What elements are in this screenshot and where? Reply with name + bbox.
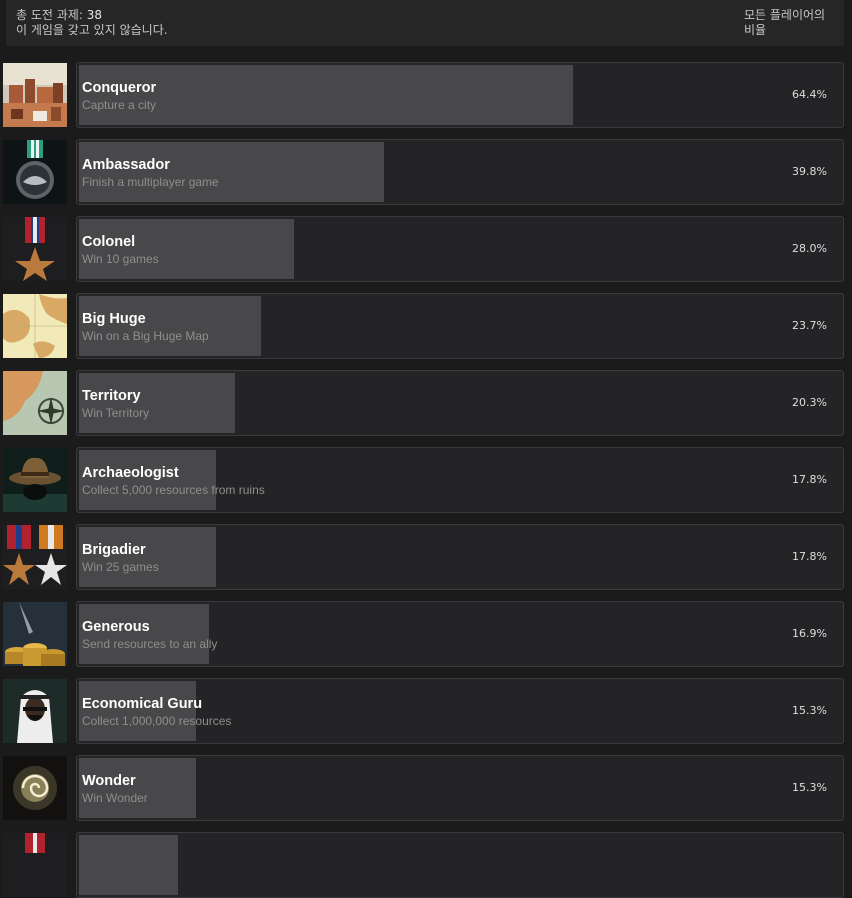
achievement-percent: 16.9% [792, 627, 827, 640]
achievement-bar: Generous Send resources to an ally 16.9% [76, 601, 844, 667]
achievement-row[interactable]: Generous Send resources to an ally 16.9% [0, 601, 852, 667]
achievement-name: Big Huge [82, 311, 146, 327]
total-count: 38 [86, 8, 102, 22]
achievement-description: Finish a multiplayer game [82, 175, 219, 189]
achievement-bar: Colonel Win 10 games 28.0% [76, 216, 844, 282]
achievement-percent: 15.3% [792, 781, 827, 794]
achievement-description: Collect 1,000,000 resources [82, 714, 232, 728]
achievement-bar: Economical Guru Collect 1,000,000 resourc… [76, 678, 844, 744]
achievement-progress-fill [79, 835, 178, 895]
achievement-description: Win 25 games [82, 560, 159, 574]
achievement-description: Win Territory [82, 406, 150, 420]
column-title-line2: 비율 [744, 23, 767, 37]
medal-icon [3, 833, 67, 897]
achievement-name: Economical Guru [82, 696, 203, 712]
achievement-percent: 64.4% [792, 88, 827, 101]
achievement-percent: 28.0% [792, 242, 827, 255]
achievement-name: Brigadier [82, 542, 146, 558]
total-label: 총 도전 과제: [16, 8, 83, 22]
achievement-percent: 39.8% [792, 165, 827, 178]
achievement-description: Collect 5,000 resources from ruins [82, 483, 265, 497]
achievement-summary: 총 도전 과제: 38 이 게임을 갖고 있지 않습니다. [16, 8, 168, 38]
achievement-description: Win 10 games [82, 252, 159, 266]
achievement-name: Conqueror [82, 80, 157, 96]
achievement-row[interactable]: Territory Win Territory 20.3% [0, 370, 852, 436]
achievement-bar [76, 832, 844, 898]
achievement-row[interactable]: Economical Guru Collect 1,000,000 resourc… [0, 678, 852, 744]
achievement-description: Capture a city [82, 98, 157, 112]
not-owned-notice: 이 게임을 갖고 있지 않습니다. [16, 23, 168, 37]
achievement-description: Send resources to an ally [82, 637, 218, 651]
achievement-name: Wonder [82, 773, 136, 789]
achievement-name: Archaeologist [82, 465, 179, 481]
global-percent-column-title: 모든 플레이어의 비율 [744, 8, 825, 38]
achievement-name: Generous [82, 619, 150, 635]
achievement-bar: Big Huge Win on a Big Huge Map 23.7% [76, 293, 844, 359]
achievement-bar: Wonder Win Wonder 15.3% [76, 755, 844, 821]
achievement-row[interactable]: Conqueror Capture a city 64.4% [0, 62, 852, 128]
achievement-row[interactable]: Archaeologist Collect 5,000 resources fro… [0, 447, 852, 513]
city-icon [3, 63, 67, 127]
gold-coins-icon [3, 602, 67, 666]
achievement-percent: 23.7% [792, 319, 827, 332]
two-star-medals-icon [3, 525, 67, 589]
achievement-row[interactable]: Brigadier Win 25 games 17.8% [0, 524, 852, 590]
achievement-percent: 15.3% [792, 704, 827, 717]
achievement-row[interactable]: Big Huge Win on a Big Huge Map 23.7% [0, 293, 852, 359]
achievement-percent: 17.8% [792, 550, 827, 563]
compass-map-icon [3, 371, 67, 435]
achievement-row[interactable] [0, 832, 852, 898]
achievement-bar: Territory Win Territory 20.3% [76, 370, 844, 436]
spiral-wonder-icon [3, 756, 67, 820]
achievement-description: Win Wonder [82, 791, 148, 805]
achievement-percent: 20.3% [792, 396, 827, 409]
handshake-medal-icon [3, 140, 67, 204]
achievement-percent: 17.8% [792, 473, 827, 486]
map-icon [3, 294, 67, 358]
achievement-bar: Brigadier Win 25 games 17.8% [76, 524, 844, 590]
achievement-description: Win on a Big Huge Map [82, 329, 209, 343]
sheikh-portrait-icon [3, 679, 67, 743]
achievement-bar: Archaeologist Collect 5,000 resources fro… [76, 447, 844, 513]
fedora-hat-icon [3, 448, 67, 512]
achievement-row[interactable]: Wonder Win Wonder 15.3% [0, 755, 852, 821]
achievement-bar: Conqueror Capture a city 64.4% [76, 62, 844, 128]
achievements-header: 총 도전 과제: 38 이 게임을 갖고 있지 않습니다. 모든 플레이어의 비… [6, 0, 844, 46]
achievement-row[interactable]: Colonel Win 10 games 28.0% [0, 216, 852, 282]
achievement-name: Territory [82, 388, 141, 404]
achievement-bar: Ambassador Finish a multiplayer game 39.8% [76, 139, 844, 205]
achievement-name: Ambassador [82, 157, 170, 173]
column-title-line1: 모든 플레이어의 [744, 8, 826, 22]
achievement-name: Colonel [82, 234, 136, 250]
achievement-row[interactable]: Ambassador Finish a multiplayer game 39.8% [0, 139, 852, 205]
bronze-star-medal-icon [3, 217, 67, 281]
